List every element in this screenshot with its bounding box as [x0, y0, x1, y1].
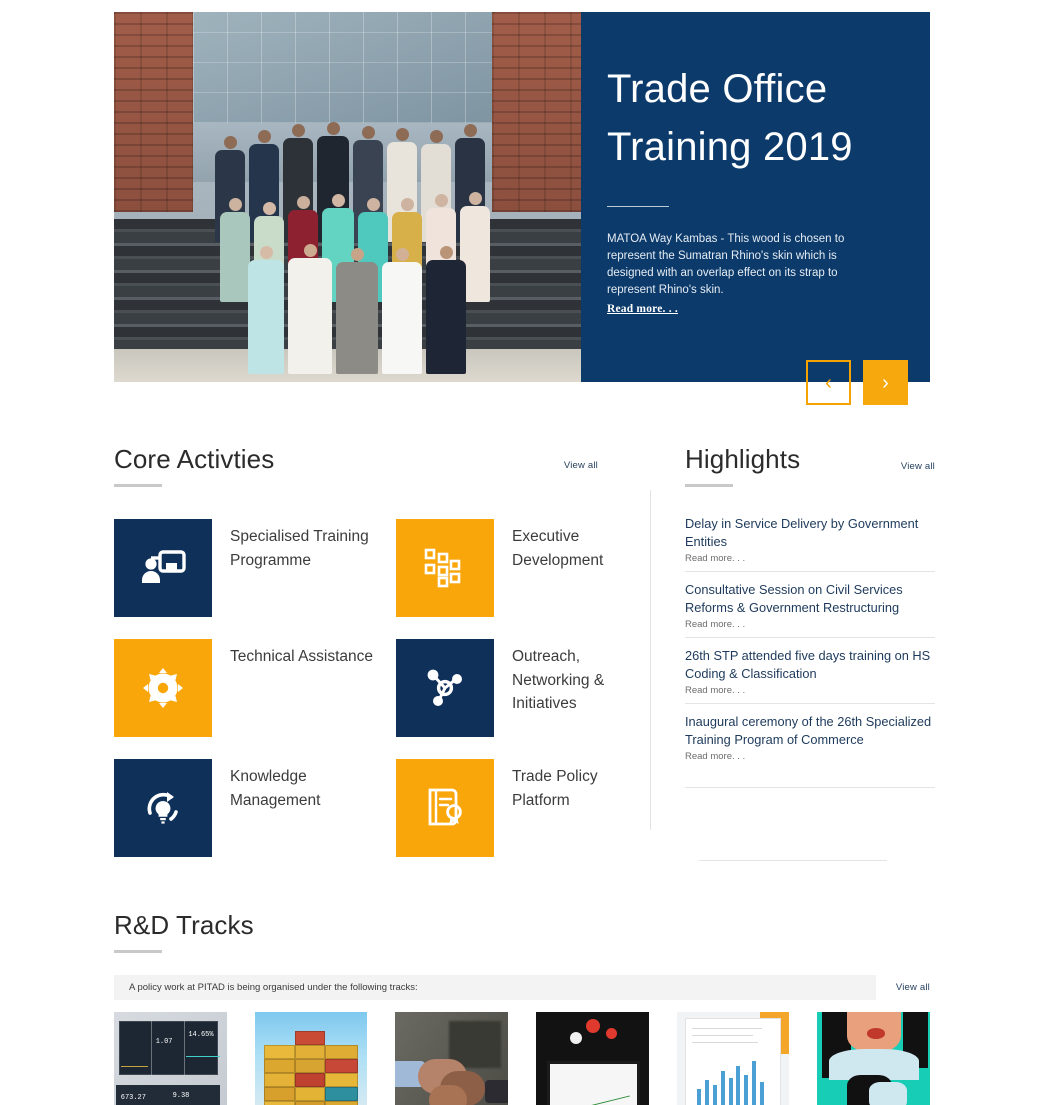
rnd-tracks-header: R&D Tracks	[114, 910, 930, 953]
bar-chart-report-thumbnail[interactable]	[676, 1012, 790, 1105]
rnd-tracks-section: R&D Tracks A policy work at PITAD is bei…	[114, 910, 931, 1105]
illustration-person-thumbnail[interactable]	[817, 1012, 931, 1105]
hero-carousel: Trade Office Training 2019 MATOA Way Kam…	[114, 12, 930, 382]
highlight-read-more[interactable]: Read more. . .	[685, 685, 935, 696]
network-nodes-icon	[396, 639, 494, 737]
photo-people-row-front	[162, 244, 552, 374]
core-activity-item[interactable]: Technical Assistance	[114, 639, 396, 737]
highlight-title[interactable]: 26th STP attended five days training on …	[685, 648, 930, 681]
core-activity-item[interactable]: Specialised Training Programme	[114, 519, 396, 617]
highlights-bottom-divider-2	[699, 860, 887, 861]
list-item[interactable]: Delay in Service Delivery by Government …	[685, 515, 935, 571]
core-activity-label: Specialised Training Programme	[230, 528, 369, 569]
core-activity-item[interactable]: Knowledge Management	[114, 759, 396, 857]
core-activities-grid: Specialised Training Programme Executive…	[114, 519, 654, 857]
highlights-section: Highlights View all Delay in Service Del…	[685, 444, 935, 861]
rnd-tracks-view-all-link[interactable]: View all	[896, 982, 930, 993]
carousel-next-button[interactable]: ›	[863, 360, 908, 405]
page-root: Trade Office Training 2019 MATOA Way Kam…	[0, 0, 1043, 1105]
core-activities-section: Core Activties View all Specialised Trai…	[114, 444, 654, 857]
core-activity-item[interactable]: Outreach, Networking & Initiatives	[396, 639, 654, 737]
rnd-tracks-info-bar-inner: A policy work at PITAD is being organise…	[114, 975, 876, 1000]
core-activities-underline	[114, 484, 162, 487]
rnd-tracks-title: R&D Tracks	[114, 910, 254, 940]
rnd-tracks-info-bar: A policy work at PITAD is being organise…	[114, 975, 930, 1000]
hero-carousel-nav: ‹ ›	[806, 360, 908, 405]
certificate-seal-icon	[396, 759, 494, 857]
analytics-dashboard-thumbnail[interactable]: 14.65% 1.07 673.27 9.38	[114, 1012, 227, 1105]
carousel-prev-button[interactable]: ‹	[806, 360, 851, 405]
highlight-title[interactable]: Delay in Service Delivery by Government …	[685, 516, 918, 549]
hero-title-line1: Trade Office	[607, 67, 828, 111]
section-vertical-divider	[650, 490, 651, 830]
hero-description: MATOA Way Kambas - This wood is chosen t…	[607, 233, 845, 296]
core-activity-label: Outreach, Networking & Initiatives	[512, 648, 605, 712]
highlight-title[interactable]: Inaugural ceremony of the 26th Specializ…	[685, 714, 931, 747]
rnd-tracks-underline	[114, 950, 162, 953]
core-activity-label: Trade Policy Platform	[512, 768, 598, 809]
rnd-tracks-info-text: A policy work at PITAD is being organise…	[129, 982, 418, 993]
core-activities-title: Core Activties	[114, 444, 275, 474]
core-activity-label: Executive Development	[512, 528, 604, 569]
hero-read-more-link[interactable]: Read more. . .	[607, 303, 678, 315]
handshake-thumbnail[interactable]	[395, 1012, 509, 1105]
core-activity-item[interactable]: Trade Policy Platform	[396, 759, 654, 857]
highlights-view-all-link[interactable]: View all	[901, 461, 935, 472]
core-activity-label: Knowledge Management	[230, 768, 321, 809]
core-activity-label: Technical Assistance	[230, 648, 374, 665]
core-activities-header: Core Activties View all	[114, 444, 654, 487]
list-item[interactable]: Consultative Session on Civil Services R…	[685, 571, 935, 637]
trading-screen-thumbnail[interactable]	[536, 1012, 649, 1105]
list-item[interactable]: 26th STP attended five days training on …	[685, 637, 935, 703]
highlights-header: Highlights View all	[685, 444, 935, 487]
core-activity-item[interactable]: Executive Development	[396, 519, 654, 617]
hero-text-panel: Trade Office Training 2019 MATOA Way Kam…	[581, 12, 930, 382]
list-item[interactable]: Inaugural ceremony of the 26th Specializ…	[685, 703, 935, 769]
rnd-tracks-thumbnail-grid: 14.65% 1.07 673.27 9.38	[114, 1012, 931, 1105]
hero-photo	[114, 12, 581, 382]
gear-icon	[114, 639, 212, 737]
highlight-read-more[interactable]: Read more. . .	[685, 553, 935, 564]
highlights-list: Delay in Service Delivery by Government …	[685, 515, 935, 861]
highlights-bottom-divider	[685, 787, 935, 788]
lightbulb-refresh-icon	[114, 759, 212, 857]
photo-glass-facade	[193, 12, 502, 123]
highlight-read-more[interactable]: Read more. . .	[685, 751, 935, 762]
blocks-grid-icon	[396, 519, 494, 617]
highlight-title[interactable]: Consultative Session on Civil Services R…	[685, 582, 903, 615]
shipping-containers-thumbnail[interactable]	[254, 1012, 368, 1105]
core-activities-view-all-link[interactable]: View all	[564, 460, 598, 471]
highlight-read-more[interactable]: Read more. . .	[685, 619, 935, 630]
highlights-underline	[685, 484, 733, 487]
presentation-person-icon	[114, 519, 212, 617]
highlights-title: Highlights	[685, 444, 801, 474]
hero-divider	[607, 206, 669, 207]
hero-title-line2: Training 2019	[607, 125, 853, 169]
